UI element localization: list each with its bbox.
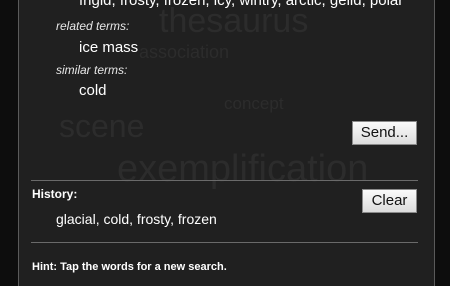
clear-history-button[interactable]: Clear (362, 189, 417, 213)
divider (31, 242, 418, 243)
hint-text: Hint: Tap the words for a new search. (32, 261, 227, 273)
send-button[interactable]: Send... (352, 121, 417, 145)
results-area: frigid, frosty, frozen, icy, wintry, arc… (19, 0, 434, 286)
history-list[interactable]: glacial, cold, frosty, frozen (56, 211, 217, 227)
related-term-link[interactable]: ice mass (79, 39, 138, 56)
similar-term-link[interactable]: cold (79, 82, 107, 99)
related-terms-label: related terms: (56, 19, 130, 33)
thesaurus-panel: thesaurus association concept scene exem… (18, 0, 435, 286)
synonym-list[interactable]: frigid, frosty, frozen, icy, wintry, arc… (79, 0, 403, 9)
similar-terms-label: similar terms: (56, 63, 128, 77)
history-label: History: (32, 187, 78, 201)
divider (31, 180, 418, 181)
